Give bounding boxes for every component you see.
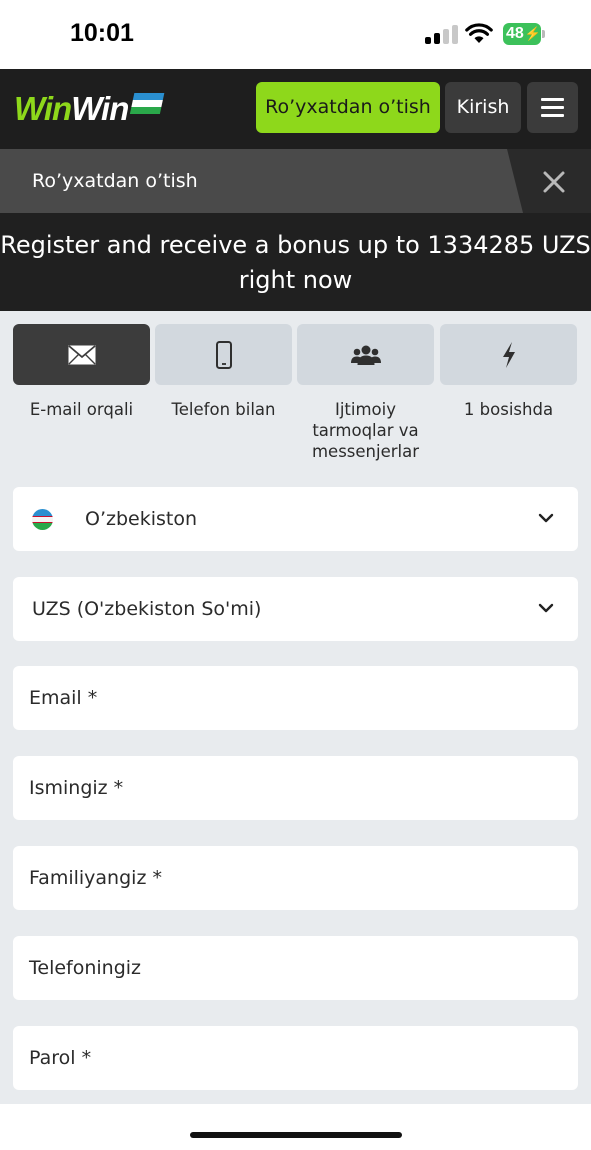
first-name-placeholder: Ismingiz * xyxy=(29,777,124,799)
battery-tip xyxy=(542,30,545,38)
email-field[interactable]: Email * xyxy=(13,666,578,730)
password-field[interactable]: Parol * xyxy=(13,1026,578,1090)
login-button[interactable]: Kirish xyxy=(445,82,521,133)
home-indicator[interactable] xyxy=(190,1132,402,1138)
registration-page: 10:01 48⚡ WinWin Ro’yxatdan o’tish Kiris… xyxy=(0,0,591,1150)
method-email[interactable]: E-mail orqali xyxy=(13,324,150,420)
status-time: 10:01 xyxy=(70,19,134,47)
phone-field[interactable]: Telefoningiz xyxy=(13,936,578,1000)
close-icon[interactable] xyxy=(536,164,572,200)
register-button[interactable]: Ro’yxatdan o’tish xyxy=(256,82,440,133)
country-select[interactable]: O’zbekiston xyxy=(13,487,578,551)
chevron-down-icon xyxy=(538,513,554,523)
method-phone-label: Telefon bilan xyxy=(171,400,276,419)
registration-tab-title: Ro’yxatdan o’tish xyxy=(32,170,198,192)
method-social-button[interactable] xyxy=(297,324,434,385)
method-phone[interactable]: Telefon bilan xyxy=(155,324,292,420)
method-email-label: E-mail orqali xyxy=(29,400,134,419)
last-name-field[interactable]: Familiyangiz * xyxy=(13,846,578,910)
method-email-button[interactable] xyxy=(13,324,150,385)
menu-button[interactable] xyxy=(527,82,578,133)
phone-icon xyxy=(215,340,232,369)
currency-select[interactable]: UZS (O'zbekiston So'mi) xyxy=(13,577,578,641)
password-placeholder: Parol * xyxy=(29,1047,92,1069)
method-social-label: Ijtimoiy tarmoqlar va messenjerlar xyxy=(311,400,420,461)
hamburger-icon xyxy=(541,98,564,101)
site-header: WinWin Ro’yxatdan o’tish Kirish xyxy=(0,69,591,149)
logo-word-1: Win xyxy=(14,90,72,127)
battery-level: 48 xyxy=(506,25,524,42)
wifi-icon xyxy=(465,23,493,43)
phone-placeholder: Telefoningiz xyxy=(29,957,142,979)
status-bar: 10:01 48⚡ xyxy=(0,0,591,69)
last-name-placeholder: Familiyangiz * xyxy=(29,867,162,889)
first-name-field[interactable]: Ismingiz * xyxy=(13,756,578,820)
email-placeholder: Email * xyxy=(29,687,98,709)
chevron-down-icon xyxy=(538,603,554,613)
currency-value: UZS (O'zbekiston So'mi) xyxy=(32,598,262,620)
method-one-click-button[interactable] xyxy=(440,324,577,385)
method-one-click[interactable]: 1 bosishda xyxy=(440,324,577,420)
lightning-icon xyxy=(502,341,515,368)
uzbekistan-flag-icon xyxy=(130,93,165,115)
logo-word-2: Win xyxy=(71,90,129,127)
method-social[interactable]: Ijtimoiy tarmoqlar va messenjerlar xyxy=(297,324,434,462)
envelope-icon xyxy=(67,344,96,364)
method-phone-button[interactable] xyxy=(155,324,292,385)
method-one-click-label: 1 bosishda xyxy=(463,400,554,419)
winwin-logo[interactable]: WinWin xyxy=(14,89,165,129)
country-value: O’zbekiston xyxy=(85,508,198,530)
home-indicator-area xyxy=(0,1104,591,1150)
battery-indicator: 48⚡ xyxy=(503,23,541,45)
bonus-banner: Register and receive a bonus up to 13342… xyxy=(0,213,591,311)
registration-tab-bar: Ro’yxatdan o’tish xyxy=(0,149,591,213)
signal-icon xyxy=(425,24,458,44)
uzbekistan-flag-icon xyxy=(32,509,53,530)
people-icon xyxy=(350,345,381,365)
registration-form: E-mail orqali Telefon bilan Ijtimoiy tar… xyxy=(0,311,591,1104)
charging-icon: ⚡ xyxy=(524,26,541,41)
